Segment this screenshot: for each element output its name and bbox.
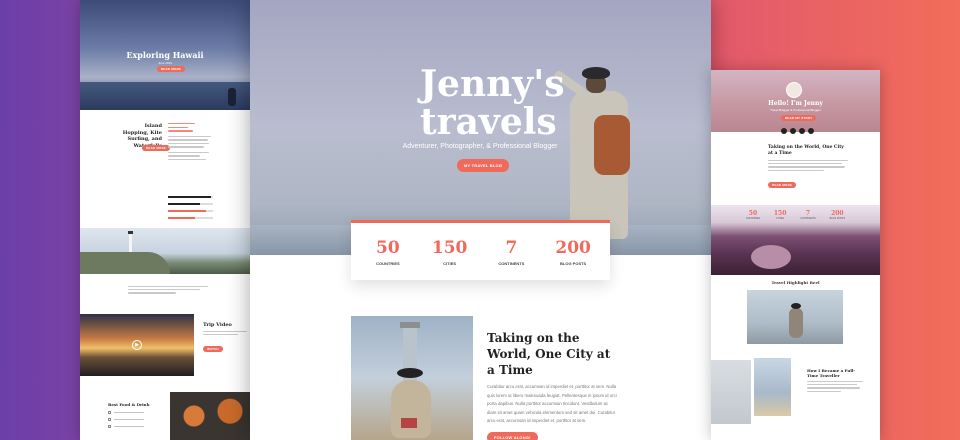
stat-continents: 7 CONTINENTS (481, 238, 541, 266)
mini-stat-number: 200 (831, 210, 844, 217)
right-hero-subtitle: Travel Blogger & Professional Blogger (770, 108, 821, 112)
hero-tagline: Adventurer, Photographer, & Professional… (402, 143, 558, 150)
center-page-preview: Jenny's travels Adventurer, Photographer… (250, 0, 711, 440)
left-text-block (128, 286, 208, 296)
gallery-image (711, 360, 751, 424)
food-image (170, 392, 250, 440)
mini-stat: 7 CONTINENTS (800, 210, 816, 220)
stat-label: CITIES (443, 260, 457, 266)
right-hero-button[interactable]: READ MY STORY (781, 115, 817, 121)
mini-stat-label: BLOG POSTS (829, 217, 846, 220)
page-title: Jenny's travels (420, 63, 565, 143)
right-taking-button[interactable]: READ MORE (768, 181, 797, 188)
stat-number: 50 (376, 237, 400, 258)
center-hero: Jenny's travels Adventurer, Photographer… (250, 0, 711, 255)
highlight-reel-title: Travel Highlight Reel (771, 280, 820, 285)
stat-cities: 150 CITIES (420, 238, 480, 266)
lighthouse-image (80, 228, 250, 274)
left-hero-button[interactable]: READ MORE (157, 66, 186, 72)
mini-stat-number: 7 (805, 210, 811, 217)
reader-figure (391, 380, 431, 438)
book (401, 418, 417, 428)
skill-bar (168, 217, 213, 219)
left-intro-button[interactable]: READ MORE (142, 145, 171, 151)
checkbox-icon (108, 425, 111, 428)
checkbox-icon (108, 418, 111, 421)
twitter-icon[interactable] (790, 128, 796, 134)
trip-video-info: Trip Video WATCH (203, 322, 247, 355)
left-skill-bars (168, 196, 213, 224)
lighthouse-tower (128, 231, 133, 252)
stat-number: 200 (555, 237, 591, 258)
mini-stat-label: COUNTRIES (745, 217, 761, 220)
left-page-preview: Exploring Hawaii June 2019 READ MORE Isl… (80, 0, 250, 440)
avatar (786, 82, 802, 98)
list-item (108, 411, 168, 414)
left-intro-text (168, 123, 213, 162)
left-hero-sea (80, 82, 250, 110)
mini-stat: 50 COUNTRIES (746, 210, 760, 220)
become-heading: How I Became a Full-Time Traveller (807, 368, 856, 378)
reading-photo (351, 316, 473, 440)
mini-stat-number: 150 (773, 210, 787, 217)
gallery-image (754, 358, 791, 416)
list-item (108, 425, 168, 428)
right-page-preview: Hello! I'm Jenny Travel Blogger & Profes… (711, 70, 880, 440)
mini-stat: 150 CITIES (774, 210, 787, 220)
right-hero-title: Hello! I'm Jenny (768, 100, 823, 107)
mini-stat-number: 50 (748, 210, 758, 217)
stat-label: BLOG POSTS (560, 260, 587, 266)
youtube-icon[interactable] (808, 128, 814, 134)
highlight-reel-video[interactable] (747, 290, 843, 344)
travel-blog-button[interactable]: MY TRAVEL BLOG (457, 159, 510, 172)
skill-bar-fill (168, 217, 195, 219)
skill-bar-fill (168, 196, 211, 198)
social-icons (781, 128, 814, 134)
mini-stat: 200 BLOG POSTS (830, 210, 845, 220)
stat-countries: 50 COUNTRIES (358, 238, 418, 266)
right-hero: Hello! I'm Jenny Travel Blogger & Profes… (711, 70, 880, 132)
about-section: Taking on the World, One City at a Time … (487, 330, 617, 440)
stats-card: 50 COUNTRIES 150 CITIES 7 CONTINENTS 200… (351, 220, 610, 280)
section-body: Curabitur arcu erat, accumsan id imperdi… (487, 384, 617, 423)
section-heading: Taking on the World, One City at a Time (487, 331, 611, 377)
skill-bar (168, 203, 213, 205)
left-hero-person (228, 88, 236, 106)
list-item (108, 418, 168, 421)
stat-number: 7 (505, 237, 518, 258)
trip-video-thumbnail[interactable]: ▶ (80, 314, 194, 376)
stat-label: CONTINENTS (498, 260, 525, 266)
facebook-icon[interactable] (781, 128, 787, 134)
food-list-title: Best Food & Drink (108, 402, 150, 407)
left-hero-title: Exploring Hawaii (126, 50, 204, 60)
mini-stat-label: CITIES (776, 217, 784, 220)
right-taking-section: Taking on the World, One City at a Time … (768, 145, 848, 191)
stat-number: 150 (431, 237, 468, 258)
right-stats: 50 COUNTRIES 150 CITIES 7 CONTINENTS 200… (711, 210, 880, 220)
follow-along-button[interactable]: FOLLOW ALONG! (487, 431, 538, 440)
reader-hat (397, 368, 423, 378)
checkbox-icon (108, 411, 111, 414)
skill-bar (168, 196, 213, 198)
trip-video-button[interactable]: WATCH (203, 346, 223, 353)
highlight-person (789, 303, 803, 338)
instagram-icon[interactable] (799, 128, 805, 134)
stat-blog-posts: 200 BLOG POSTS (543, 238, 603, 266)
left-hero: Exploring Hawaii June 2019 READ MORE (80, 0, 250, 110)
left-hero-date: June 2019 (157, 61, 172, 65)
left-intro-section: Island Hopping, Kite Surfing, and Waterf… (80, 110, 250, 192)
skill-bar-fill (168, 210, 207, 212)
trip-video-title: Trip Video (203, 322, 232, 328)
become-traveller-section: How I Became a Full-Time Traveller (807, 368, 863, 394)
play-icon[interactable]: ▶ (132, 340, 142, 350)
skill-bar-fill (168, 203, 200, 205)
stat-label: COUNTRIES (376, 260, 400, 266)
river (751, 245, 791, 269)
food-list: Best Food & Drink (108, 402, 168, 432)
lighthouse-rocks (80, 252, 170, 274)
right-taking-heading: Taking on the World, One City at a Time (768, 145, 844, 156)
skill-bar (168, 210, 213, 212)
mini-stat-label: CONTINENTS (800, 217, 816, 220)
